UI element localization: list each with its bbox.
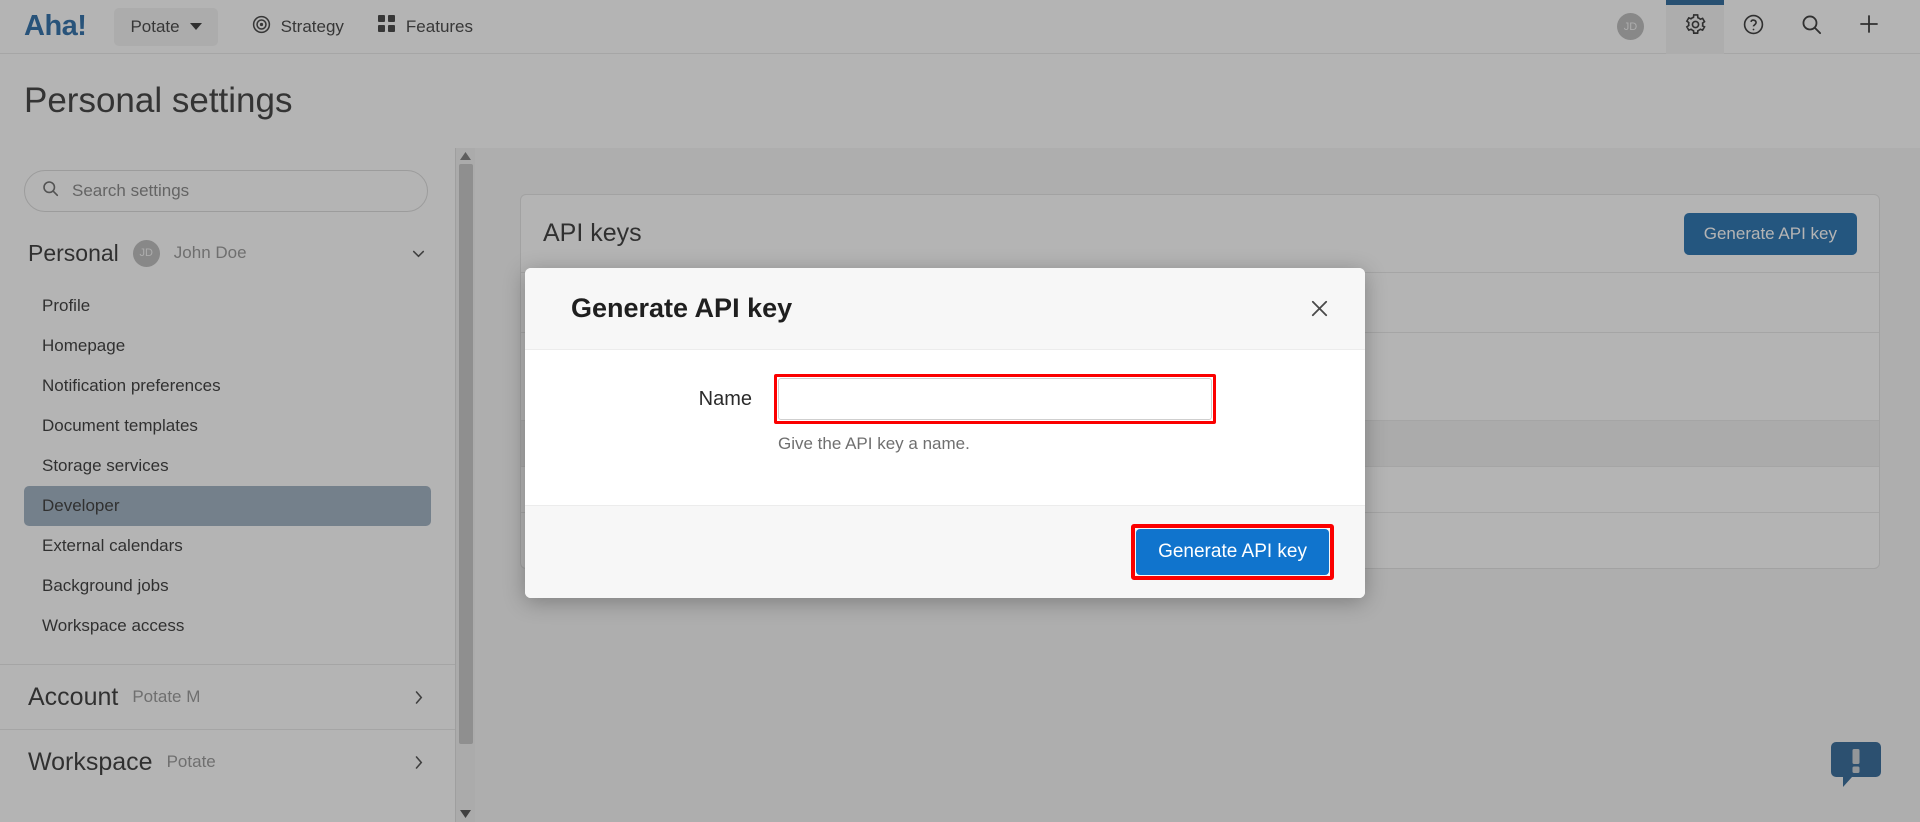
app-root: Aha! Potate Strategy Features JD Persona… [0,0,1920,822]
name-field-wrapper [774,374,1216,424]
modal-generate-api-key-button[interactable]: Generate API key [1136,529,1329,575]
name-form-row: Name Give the API key a name. [525,374,1365,454]
modal-body: Name Give the API key a name. [525,350,1365,505]
name-field-label: Name [698,388,752,410]
name-field-help-text: Give the API key a name. [778,434,970,453]
close-icon[interactable] [1301,291,1337,327]
modal-header: Generate API key [525,268,1365,350]
generate-api-key-modal: Generate API key Name Give the API key a… [525,268,1365,598]
submit-button-wrapper: Generate API key [1131,524,1334,580]
name-input[interactable] [778,378,1212,420]
modal-footer: Generate API key [525,505,1365,598]
modal-title: Generate API key [571,293,793,323]
